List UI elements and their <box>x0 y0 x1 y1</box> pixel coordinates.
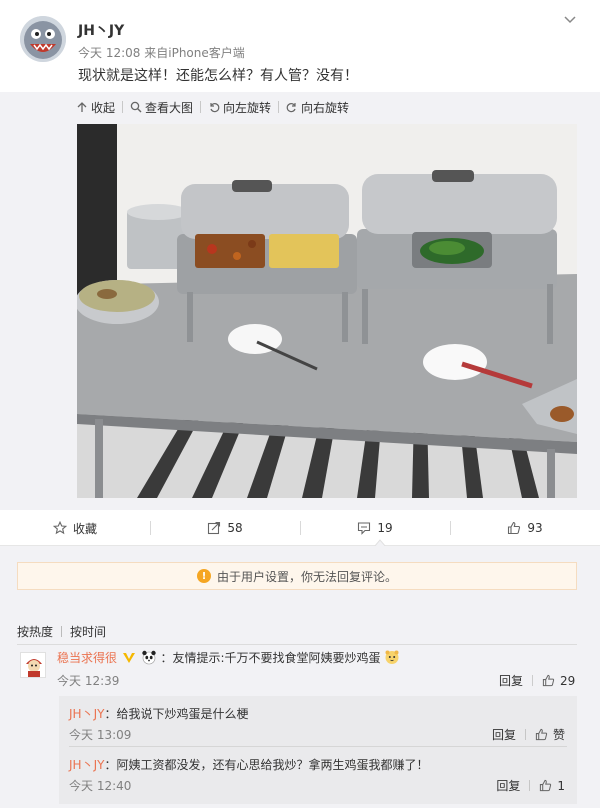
thumb-up-icon[interactable] <box>542 674 555 687</box>
comment-sort-tabs: 按热度 按时间 <box>17 623 106 640</box>
comment-text: ：友情提示:千万不要找食堂阿姨要炒鸡蛋 <box>160 651 381 665</box>
source-prefix: 来自 <box>144 46 169 60</box>
view-large-label: 查看大图 <box>145 100 194 115</box>
comment-actions: 回复 29 <box>499 672 575 689</box>
reply-text: ：给我说下炒鸡蛋是什么梗 <box>104 707 249 721</box>
comment-username[interactable]: 稳当求得很 <box>57 651 117 665</box>
reply-list: JH丶JY：给我说下炒鸡蛋是什么梗 今天 13:09 回复 赞 JH丶JY：阿姨… <box>59 696 577 804</box>
favorite-button[interactable]: 收藏 <box>0 510 150 546</box>
thumb-up-icon[interactable] <box>539 779 552 792</box>
collapse-label: 收起 <box>91 100 116 115</box>
favorite-label: 收藏 <box>72 521 97 536</box>
reply-disabled-notice: ! 由于用户设置，你无法回复评论。 <box>17 562 577 590</box>
rotate-left-button[interactable]: 向左旋转 <box>208 99 271 116</box>
rotate-right-icon <box>286 103 296 113</box>
comment-reply-button[interactable]: 回复 <box>499 672 523 689</box>
reply-line: JH丶JY：阿姨工资都没发，还有心思给我炒？拿两生鸡蛋我都赚了！ <box>69 756 428 773</box>
sort-by-time[interactable]: 按时间 <box>70 623 106 640</box>
rotate-right-label: 向右旋转 <box>301 100 350 115</box>
reply-actions: 回复 1 <box>496 777 565 794</box>
rotate-left-label: 向左旋转 <box>223 100 272 115</box>
comment-like-count: 29 <box>560 673 576 688</box>
zoom-icon <box>130 101 142 113</box>
rotate-left-icon <box>210 103 220 113</box>
media-area: 收起 查看大图 向左旋转 向右旋转 <box>0 92 600 510</box>
toolbar-divider <box>122 101 124 113</box>
reply-item: JH丶JY：阿姨工资都没发，还有心思给我炒？拿两生鸡蛋我都赚了！ 今天 12:4… <box>59 747 577 793</box>
warning-icon: ! <box>196 569 211 583</box>
hamster-emoji-icon <box>385 650 399 664</box>
chevron-down-icon[interactable] <box>562 12 578 28</box>
notice-text: 由于用户设置，你无法回复评论。 <box>216 569 397 584</box>
post-time[interactable]: 今天 12:08 <box>78 46 140 60</box>
post-username[interactable]: JH丶JY <box>78 20 124 40</box>
post-header: JH丶JY 今天 12:08 来自iPhone客户端 现状就是这样！还能怎么样？… <box>0 0 600 92</box>
star-icon <box>52 521 67 535</box>
repost-count: 58 <box>227 521 243 535</box>
reply-username[interactable]: JH丶JY <box>69 758 104 772</box>
collapse-button[interactable]: 收起 <box>76 99 115 116</box>
sort-underline <box>17 644 577 645</box>
repost-button[interactable]: 58 <box>150 510 300 546</box>
post-meta: 今天 12:08 来自iPhone客户端 <box>78 44 245 61</box>
repost-icon <box>208 521 221 535</box>
comment-avatar[interactable] <box>20 652 46 678</box>
user-avatar[interactable] <box>20 16 66 62</box>
reply-line: JH丶JY：给我说下炒鸡蛋是什么梗 <box>69 705 248 722</box>
rotate-right-button[interactable]: 向右旋转 <box>286 99 349 116</box>
reply-actions: 回复 赞 <box>492 726 565 743</box>
reply-time: 今天 13:09 <box>69 728 132 742</box>
thumb-up-icon[interactable] <box>535 728 548 741</box>
reply-text: ：阿姨工资都没发，还有心思给我炒？拿两生鸡蛋我都赚了！ <box>104 758 429 772</box>
reply-reply-button[interactable]: 回复 <box>496 777 520 794</box>
action-divider <box>532 675 534 686</box>
reply-like-count: 1 <box>557 778 565 793</box>
reply-reply-button[interactable]: 回复 <box>492 726 516 743</box>
sort-by-hot[interactable]: 按热度 <box>17 623 53 640</box>
reply-time: 今天 12:40 <box>69 779 132 793</box>
like-count: 93 <box>527 521 543 535</box>
view-large-button[interactable]: 查看大图 <box>130 99 193 116</box>
comment-icon <box>358 522 371 535</box>
comment-line: 稳当求得很 ：友情提示:千万不要找食堂阿姨要炒鸡蛋 <box>57 649 400 666</box>
comment-count: 19 <box>377 521 393 535</box>
toolbar-divider <box>200 101 202 113</box>
post-text: 现状就是这样！还能怎么样？有人管？没有！ <box>78 68 358 84</box>
like-button[interactable]: 93 <box>450 510 600 546</box>
action-bar: 收藏 58 19 93 <box>0 510 600 547</box>
reply-username[interactable]: JH丶JY <box>69 707 104 721</box>
verified-icon <box>122 653 135 663</box>
collapse-icon <box>77 102 87 112</box>
action-divider <box>529 780 531 791</box>
action-divider <box>524 729 526 740</box>
panda-emoji-icon <box>141 650 156 665</box>
post-photo[interactable] <box>77 124 577 498</box>
toolbar-divider <box>278 101 280 113</box>
reply-like-label: 赞 <box>552 728 565 742</box>
reply-item: JH丶JY：给我说下炒鸡蛋是什么梗 今天 13:09 回复 赞 <box>59 696 577 742</box>
comment-time: 今天 12:39 <box>57 674 120 688</box>
comments-area: ! 由于用户设置，你无法回复评论。 按热度 按时间 稳当求得很 ：友情提示:千万… <box>0 546 600 808</box>
sort-divider <box>61 626 63 637</box>
image-toolbar: 收起 查看大图 向左旋转 向右旋转 <box>76 98 349 116</box>
post-source[interactable]: iPhone客户端 <box>168 46 245 60</box>
thumb-up-icon <box>508 521 521 535</box>
